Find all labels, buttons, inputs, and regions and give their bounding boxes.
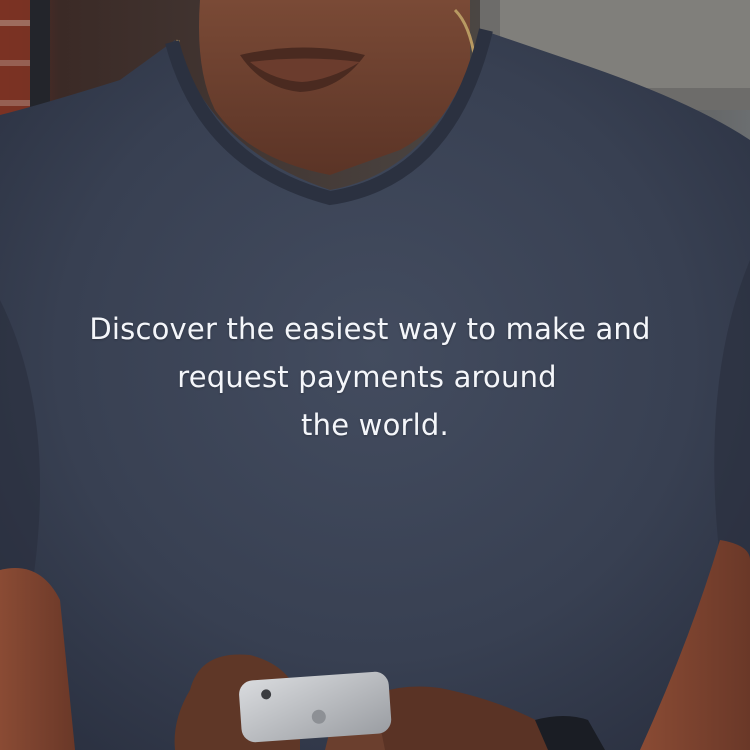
headline-line-3: the world. — [301, 408, 449, 442]
hero-headline: Discover the easiest way to make and req… — [0, 305, 740, 449]
hero-scene: Discover the easiest way to make and req… — [0, 0, 750, 750]
headline-line-1: Discover the easiest way to make and — [89, 312, 651, 346]
headline-line-2: request payments around — [177, 360, 557, 394]
